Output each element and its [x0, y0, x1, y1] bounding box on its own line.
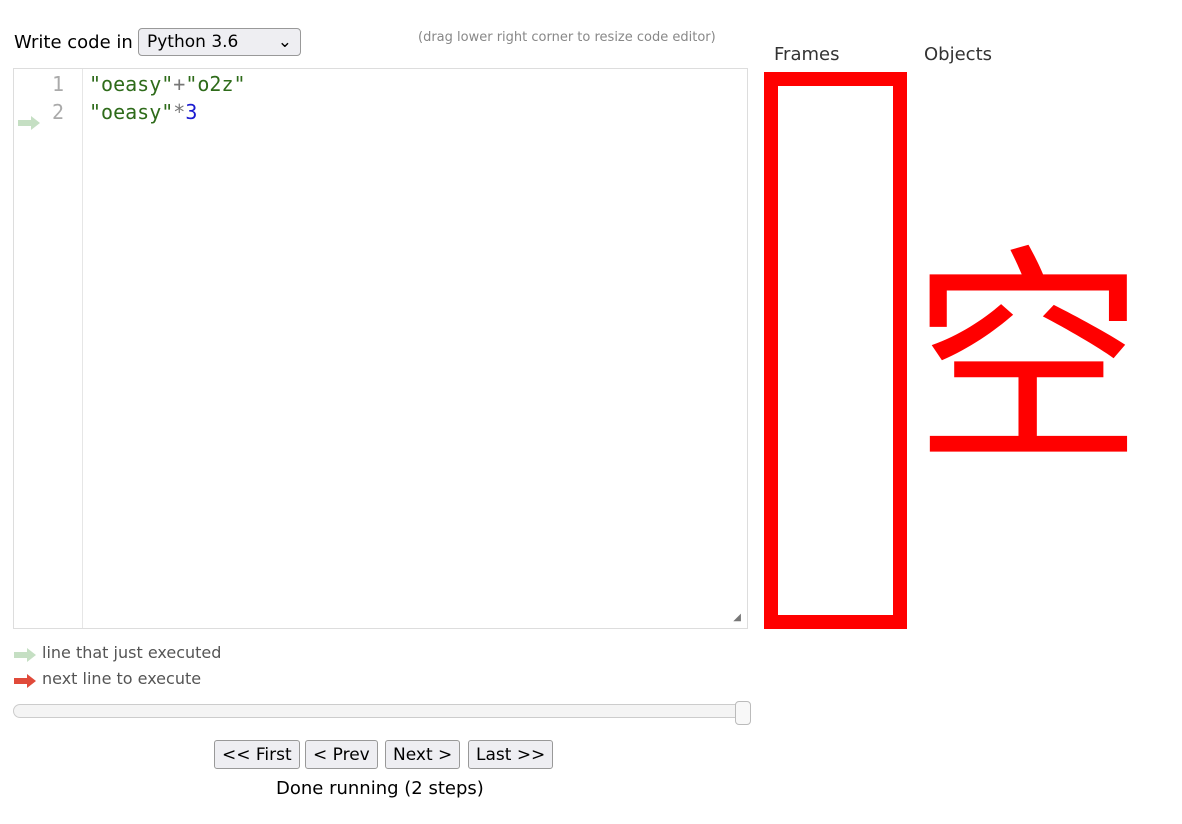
next-button[interactable]: Next > — [385, 740, 461, 769]
status-text: Done running (2 steps) — [276, 778, 484, 799]
legend-label: line that just executed — [42, 643, 222, 662]
chevron-down-icon: ⌄ — [277, 32, 292, 52]
code-line-2[interactable]: "oeasy"*3 — [89, 100, 197, 124]
code-editor[interactable]: 1 2 "oeasy"+"o2z" "oeasy"*3 ◢ — [13, 68, 748, 629]
code-token: "o2z" — [185, 72, 246, 96]
green-arrow-icon — [14, 643, 36, 662]
code-token: "oeasy" — [89, 72, 174, 96]
prev-button[interactable]: < Prev — [305, 740, 378, 769]
legend-just-executed: line that just executed — [14, 643, 221, 662]
slider-thumb[interactable] — [735, 701, 751, 725]
annotation-text: 空 — [912, 226, 1145, 496]
frames-heading: Frames — [774, 44, 840, 65]
code-line-1[interactable]: "oeasy"+"o2z" — [89, 72, 246, 96]
just-executed-arrow-icon — [18, 111, 40, 130]
line-gutter: 1 2 — [14, 69, 83, 628]
step-slider[interactable] — [13, 701, 751, 725]
line-number: 2 — [51, 100, 64, 124]
legend-label: next line to execute — [42, 669, 202, 688]
last-button[interactable]: Last >> — [468, 740, 554, 769]
write-code-label: Write code in — [14, 32, 133, 53]
first-button[interactable]: << First — [214, 740, 300, 769]
line-number: 1 — [51, 72, 64, 96]
resize-hint: (drag lower right corner to resize code … — [418, 30, 716, 45]
code-token: + — [173, 72, 186, 96]
code-token: 3 — [185, 100, 198, 124]
code-token: "oeasy" — [89, 100, 174, 124]
legend-next-line: next line to execute — [14, 669, 201, 688]
annotation-red-box — [764, 72, 907, 629]
red-arrow-icon — [14, 669, 36, 688]
code-token: * — [173, 100, 186, 124]
language-select[interactable]: Python 3.6 ⌄ — [138, 28, 301, 56]
language-value: Python 3.6 — [147, 32, 239, 52]
objects-heading: Objects — [924, 44, 993, 65]
resize-handle-icon[interactable]: ◢ — [733, 612, 741, 623]
